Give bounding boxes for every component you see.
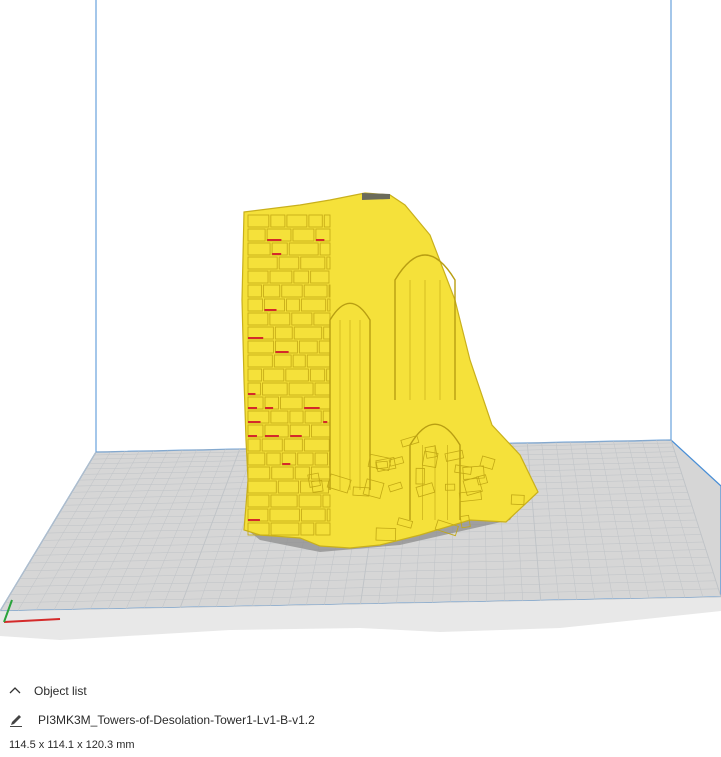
object-dimensions: 114.5 x 114.1 x 120.3 mm — [9, 739, 135, 751]
edge-highlight — [248, 407, 258, 409]
3d-viewport[interactable] — [0, 0, 721, 670]
edge-highlight — [323, 421, 328, 423]
object-list-panel: Object list PI3MK3M_Towers-of-Desolation… — [0, 670, 721, 757]
object-list-item[interactable]: PI3MK3M_Towers-of-Desolation-Tower1-Lv1-… — [8, 711, 315, 729]
object-list-toggle[interactable]: Object list — [8, 682, 87, 700]
edge-highlight — [265, 407, 274, 409]
edge-highlight — [264, 309, 277, 311]
edge-highlight — [264, 435, 279, 437]
3d-model[interactable] — [241, 192, 539, 549]
edge-highlight — [248, 337, 264, 339]
object-name: PI3MK3M_Towers-of-Desolation-Tower1-Lv1-… — [38, 713, 315, 727]
edge-highlight — [315, 239, 325, 241]
edge-highlight — [248, 519, 260, 521]
model-top-cap — [362, 193, 390, 200]
edge-highlight — [267, 239, 282, 241]
edge-highlight — [272, 253, 282, 255]
edge-highlight — [290, 435, 302, 437]
edge-highlight — [275, 351, 289, 353]
edge-highlight — [248, 421, 261, 423]
edge-highlight — [304, 407, 320, 409]
scene-canvas — [0, 0, 721, 640]
object-list-label: Object list — [34, 684, 87, 698]
chevron-up-icon — [8, 684, 22, 698]
pencil-icon[interactable] — [8, 712, 24, 728]
edge-highlight — [248, 435, 257, 437]
edge-highlight — [282, 463, 291, 465]
edge-highlight — [248, 393, 256, 395]
